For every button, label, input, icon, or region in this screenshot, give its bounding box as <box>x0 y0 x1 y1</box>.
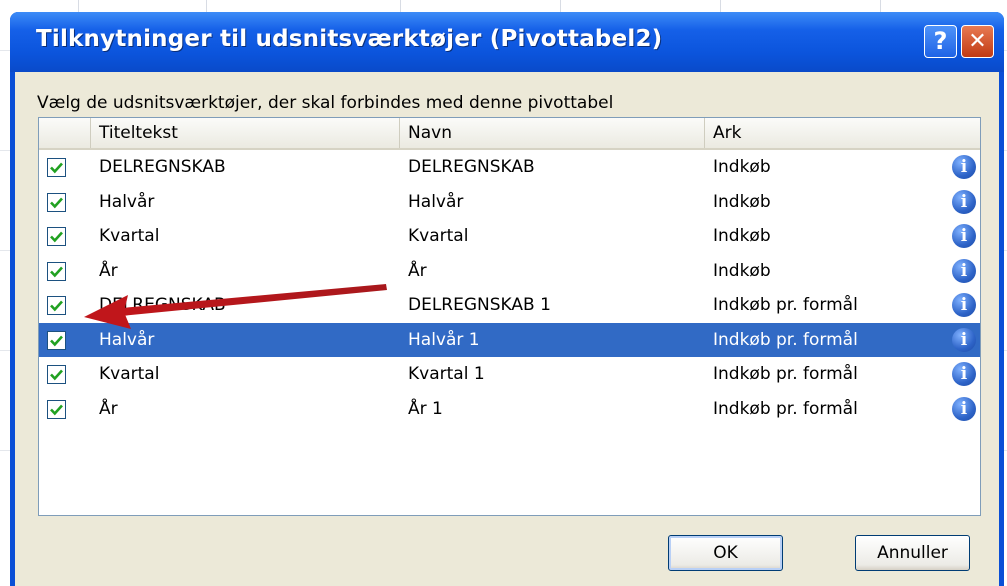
header-titeltekst[interactable]: Titeltekst <box>91 118 400 148</box>
row-navn: Halvår 1 <box>408 329 480 350</box>
row-ark: Indkøb pr. formål <box>713 364 858 384</box>
connect-checkbox[interactable] <box>47 330 66 350</box>
info-icon[interactable]: i <box>952 189 976 214</box>
row-ark: Indkøb pr. formål <box>713 398 858 419</box>
info-icon[interactable]: i <box>952 327 976 352</box>
row-titeltekst: Halvår <box>99 191 155 212</box>
row-navn: DELREGNSKAB <box>408 157 535 177</box>
instruction-text: Vælg de udsnitsværktøjer, der skal forbi… <box>37 93 614 113</box>
row-navn: Kvartal <box>408 226 469 246</box>
row-navn: Kvartal 1 <box>408 364 485 384</box>
connect-checkbox[interactable] <box>47 399 66 419</box>
info-icon[interactable]: i <box>952 258 976 283</box>
dialog-body: Vælg de udsnitsværktøjer, der skal forbi… <box>15 72 999 586</box>
slicer-connections-dialog: Tilknytninger til udsnitsværktøjer (Pivo… <box>10 12 1004 586</box>
slicer-list[interactable]: Titeltekst Navn Ark DELREGNSKAB DELREGNSK… <box>38 117 981 516</box>
row-navn: År <box>408 260 427 281</box>
ok-button[interactable]: OK <box>668 535 783 571</box>
info-icon[interactable]: i <box>952 224 976 248</box>
checkmark-icon <box>50 197 63 208</box>
row-titeltekst: Halvår <box>99 329 155 350</box>
connect-checkbox[interactable] <box>47 227 66 246</box>
connect-checkbox[interactable] <box>47 158 66 177</box>
connect-checkbox[interactable] <box>47 192 66 212</box>
help-button[interactable]: ? <box>924 25 957 58</box>
row-titeltekst: År <box>99 260 118 281</box>
checkmark-icon <box>50 335 63 346</box>
list-row[interactable]: Halvår Halvår 1 Indkøb pr. formål i <box>39 322 980 357</box>
checkmark-icon <box>50 266 63 277</box>
checkmark-icon <box>50 231 63 243</box>
list-row[interactable]: År År Indkøb i <box>39 254 980 288</box>
checkmark-icon <box>50 369 63 381</box>
info-icon[interactable]: i <box>952 293 976 317</box>
list-row[interactable]: Halvår Halvår Indkøb i <box>39 185 980 219</box>
row-navn: Halvår <box>408 191 464 212</box>
checkmark-icon <box>50 404 63 415</box>
list-row[interactable]: DELREGNSKAB DELREGNSKAB 1 Indkøb pr. formå… <box>39 288 980 322</box>
row-titeltekst: Kvartal <box>99 226 160 246</box>
row-ark: Indkøb <box>713 226 771 246</box>
connect-checkbox[interactable] <box>47 296 66 315</box>
dialog-title: Tilknytninger til udsnitsværktøjer (Pivo… <box>36 26 663 52</box>
checkmark-icon <box>50 162 63 174</box>
list-row[interactable]: Kvartal Kvartal 1 Indkøb pr. formål i <box>39 357 980 391</box>
list-row[interactable]: Kvartal Kvartal Indkøb i <box>39 219 980 253</box>
header-navn[interactable]: Navn <box>400 118 705 148</box>
row-navn: DELREGNSKAB 1 <box>408 295 551 315</box>
info-icon[interactable]: i <box>952 396 976 421</box>
row-ark: Indkøb <box>713 260 771 281</box>
list-row[interactable]: År År 1 Indkøb pr. formål i <box>39 392 980 426</box>
row-ark: Indkøb <box>713 157 771 177</box>
row-titeltekst: År <box>99 398 118 419</box>
list-row[interactable]: DELREGNSKAB DELREGNSKAB Indkøb i <box>39 150 980 184</box>
info-icon[interactable]: i <box>952 362 976 386</box>
title-bar[interactable]: Tilknytninger til udsnitsværktøjer (Pivo… <box>10 12 1004 72</box>
list-header: Titeltekst Navn Ark <box>39 118 980 150</box>
row-titeltekst: Kvartal <box>99 364 160 384</box>
row-ark: Indkøb pr. formål <box>713 295 858 315</box>
info-icon[interactable]: i <box>952 155 976 179</box>
cancel-button[interactable]: Annuller <box>855 535 970 571</box>
row-titeltekst: DELREGNSKAB <box>99 157 226 177</box>
header-ark[interactable]: Ark <box>705 118 980 148</box>
header-checkbox-column[interactable] <box>39 118 91 148</box>
checkmark-icon <box>50 300 63 312</box>
close-button[interactable]: ✕ <box>961 25 994 58</box>
connect-checkbox[interactable] <box>47 365 66 384</box>
row-ark: Indkøb <box>713 191 771 212</box>
connect-checkbox[interactable] <box>47 261 66 281</box>
row-ark: Indkøb pr. formål <box>713 329 858 350</box>
row-titeltekst: DELREGNSKAB <box>99 295 226 315</box>
row-navn: År 1 <box>408 398 443 419</box>
